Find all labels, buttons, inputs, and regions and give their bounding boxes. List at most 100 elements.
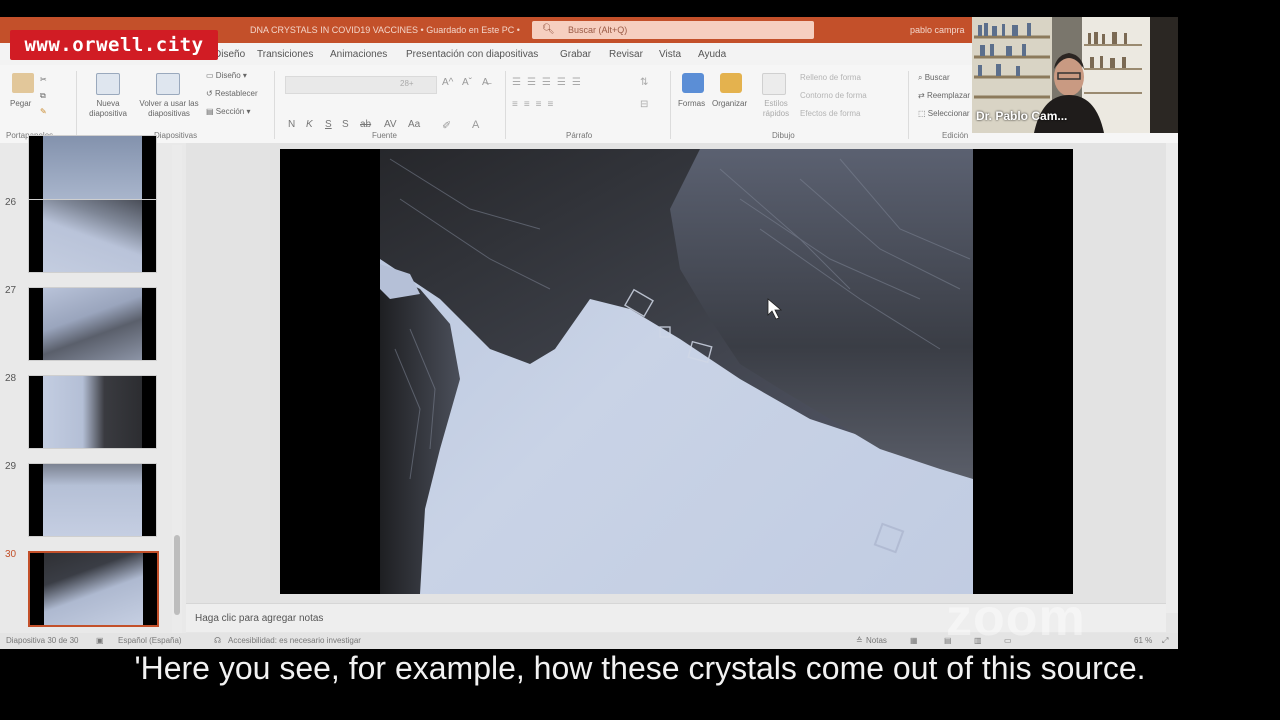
- highlight-icon[interactable]: ✐: [442, 119, 451, 132]
- thumbnail-image: [43, 464, 142, 536]
- cut-icon[interactable]: ✂: [40, 75, 47, 84]
- slide-thumbnail-30[interactable]: [28, 551, 159, 627]
- reuse-slides-button[interactable]: Volver a usar las diapositivas: [138, 99, 200, 119]
- normal-view-icon[interactable]: ▦: [910, 636, 918, 645]
- participant-name: Dr. Pablo Cam...: [976, 109, 1068, 123]
- slide-number: 26: [5, 197, 17, 208]
- shape-effects-button[interactable]: Efectos de forma: [800, 109, 860, 118]
- format-painter-icon[interactable]: ✎: [40, 107, 47, 116]
- arrange-button[interactable]: Organizar: [712, 99, 747, 108]
- ribbon-divider: [274, 71, 275, 139]
- canvas-scrollbar[interactable]: [1166, 143, 1178, 613]
- replace-button[interactable]: ⇄ Reemplazar: [918, 91, 970, 100]
- change-case-button[interactable]: Aa: [408, 119, 420, 130]
- accessibility-status[interactable]: Accesibilidad: es necesario investigar: [228, 636, 361, 645]
- site-logo-text: www.orwell.city: [24, 34, 204, 56]
- underline-button[interactable]: S: [325, 119, 332, 130]
- search-box[interactable]: 🔍︎ Buscar (Alt+Q): [532, 21, 814, 39]
- copy-icon[interactable]: ⧉: [40, 91, 46, 101]
- reset-button[interactable]: ↺ Restablecer: [206, 89, 258, 98]
- font-size-field[interactable]: 28+: [400, 79, 414, 88]
- shapes-button[interactable]: Formas: [678, 99, 705, 108]
- align-buttons[interactable]: ≡≡≡≡: [512, 99, 559, 110]
- select-label: Seleccionar: [927, 109, 970, 118]
- shape-fill-button[interactable]: Relleno de forma: [800, 73, 861, 82]
- tab-transitions[interactable]: Transiciones: [257, 49, 313, 60]
- group-paragraph: Párrafo: [566, 131, 593, 140]
- microscope-video[interactable]: [380, 149, 973, 594]
- layout-label: Diseño: [215, 71, 241, 80]
- shrink-font-icon[interactable]: Aˇ: [462, 77, 472, 88]
- group-font: Fuente: [372, 131, 397, 140]
- section-button[interactable]: ▤ Sección ▾: [206, 107, 251, 116]
- user-name[interactable]: pablo campra: [910, 25, 965, 35]
- zoom-watermark: zoom: [946, 589, 1086, 647]
- slide-number: 29: [5, 461, 17, 472]
- spacing-button[interactable]: AV: [384, 119, 397, 130]
- quick-styles-icon: [762, 73, 786, 95]
- thumbnail-image: [43, 288, 142, 360]
- search-placeholder: Buscar (Alt+Q): [568, 25, 628, 35]
- slide-count: Diapositiva 30 de 30: [6, 636, 79, 645]
- shadow-button[interactable]: S: [342, 119, 349, 130]
- group-slides: Diapositivas: [154, 131, 198, 140]
- select-button[interactable]: ⬚ Seleccionar: [918, 109, 970, 118]
- bold-button[interactable]: N: [288, 119, 295, 130]
- group-drawing: Dibujo: [772, 131, 795, 140]
- site-logo: www.orwell.city: [10, 30, 218, 60]
- slide-thumbnail-26[interactable]: [28, 199, 157, 273]
- slides-panel: 26 27 28 29 30: [0, 135, 186, 633]
- slide-thumbnail[interactable]: [28, 135, 157, 209]
- accessibility-icon: ☊: [214, 636, 222, 645]
- ribbon-divider: [670, 71, 671, 139]
- strikethrough-button[interactable]: ab: [360, 119, 371, 130]
- fit-slide-icon[interactable]: ⤢: [1162, 636, 1168, 646]
- tab-help[interactable]: Ayuda: [698, 49, 726, 60]
- slides-scrollbar[interactable]: [172, 145, 182, 633]
- find-label: Buscar: [924, 73, 950, 82]
- align-text-icon[interactable]: ⊟: [640, 99, 648, 110]
- text-direction-icon[interactable]: ⇅: [640, 77, 648, 88]
- language-status[interactable]: Español (España): [118, 636, 182, 645]
- crystal-image: [380, 149, 973, 594]
- clear-format-icon[interactable]: A̶: [482, 77, 489, 88]
- search-icon: 🔍︎: [542, 24, 555, 35]
- italic-button[interactable]: K: [306, 119, 313, 130]
- list-buttons[interactable]: ☰☰☰☰☰: [512, 77, 587, 88]
- slide-thumbnail-27[interactable]: [28, 287, 157, 361]
- tab-animations[interactable]: Animaciones: [330, 49, 387, 60]
- quick-styles-button[interactable]: Estilos rápidos: [756, 99, 796, 119]
- thumbnail-image: [43, 200, 142, 272]
- zoom-level[interactable]: 61 %: [1134, 636, 1152, 645]
- tab-review[interactable]: Revisar: [609, 49, 643, 60]
- slide-number: 27: [5, 285, 17, 296]
- slide-thumbnail-29[interactable]: [28, 463, 157, 537]
- find-button[interactable]: ⌕ Buscar: [918, 73, 950, 83]
- reset-label: Restablecer: [214, 89, 258, 98]
- paste-button[interactable]: Pegar: [10, 99, 31, 108]
- new-slide-icon: [96, 73, 120, 95]
- slide-number: 30: [5, 549, 17, 560]
- tab-design[interactable]: Diseño: [214, 49, 245, 60]
- reuse-slides-icon: [156, 73, 180, 95]
- replace-label: Reemplazar: [926, 91, 971, 100]
- slide-thumbnail-28[interactable]: [28, 375, 157, 449]
- current-slide[interactable]: [280, 149, 1073, 594]
- tab-slideshow[interactable]: Presentación con diapositivas: [406, 49, 538, 60]
- webcam-feed: Dr. Pablo Cam...: [972, 17, 1178, 133]
- tab-view[interactable]: Vista: [659, 49, 681, 60]
- spelling-icon[interactable]: ▣: [96, 636, 104, 645]
- layout-button[interactable]: ▭ Diseño ▾: [206, 71, 247, 80]
- slide-number: 28: [5, 373, 17, 384]
- font-color-icon[interactable]: A: [472, 119, 479, 131]
- document-title: DNA CRYSTALS IN COVID19 VACCINES • Guard…: [250, 25, 520, 35]
- subtitle-caption: 'Here you see, for example, how these cr…: [134, 650, 1146, 686]
- tab-record[interactable]: Grabar: [560, 49, 591, 60]
- notes-toggle[interactable]: Notas: [866, 636, 887, 645]
- font-name-field[interactable]: [285, 76, 437, 94]
- ribbon-divider: [76, 71, 77, 139]
- shape-outline-button[interactable]: Contorno de forma: [800, 91, 867, 100]
- new-slide-button[interactable]: Nueva diapositiva: [82, 99, 134, 119]
- scrollbar-thumb[interactable]: [174, 535, 180, 615]
- grow-font-icon[interactable]: A^: [442, 77, 453, 88]
